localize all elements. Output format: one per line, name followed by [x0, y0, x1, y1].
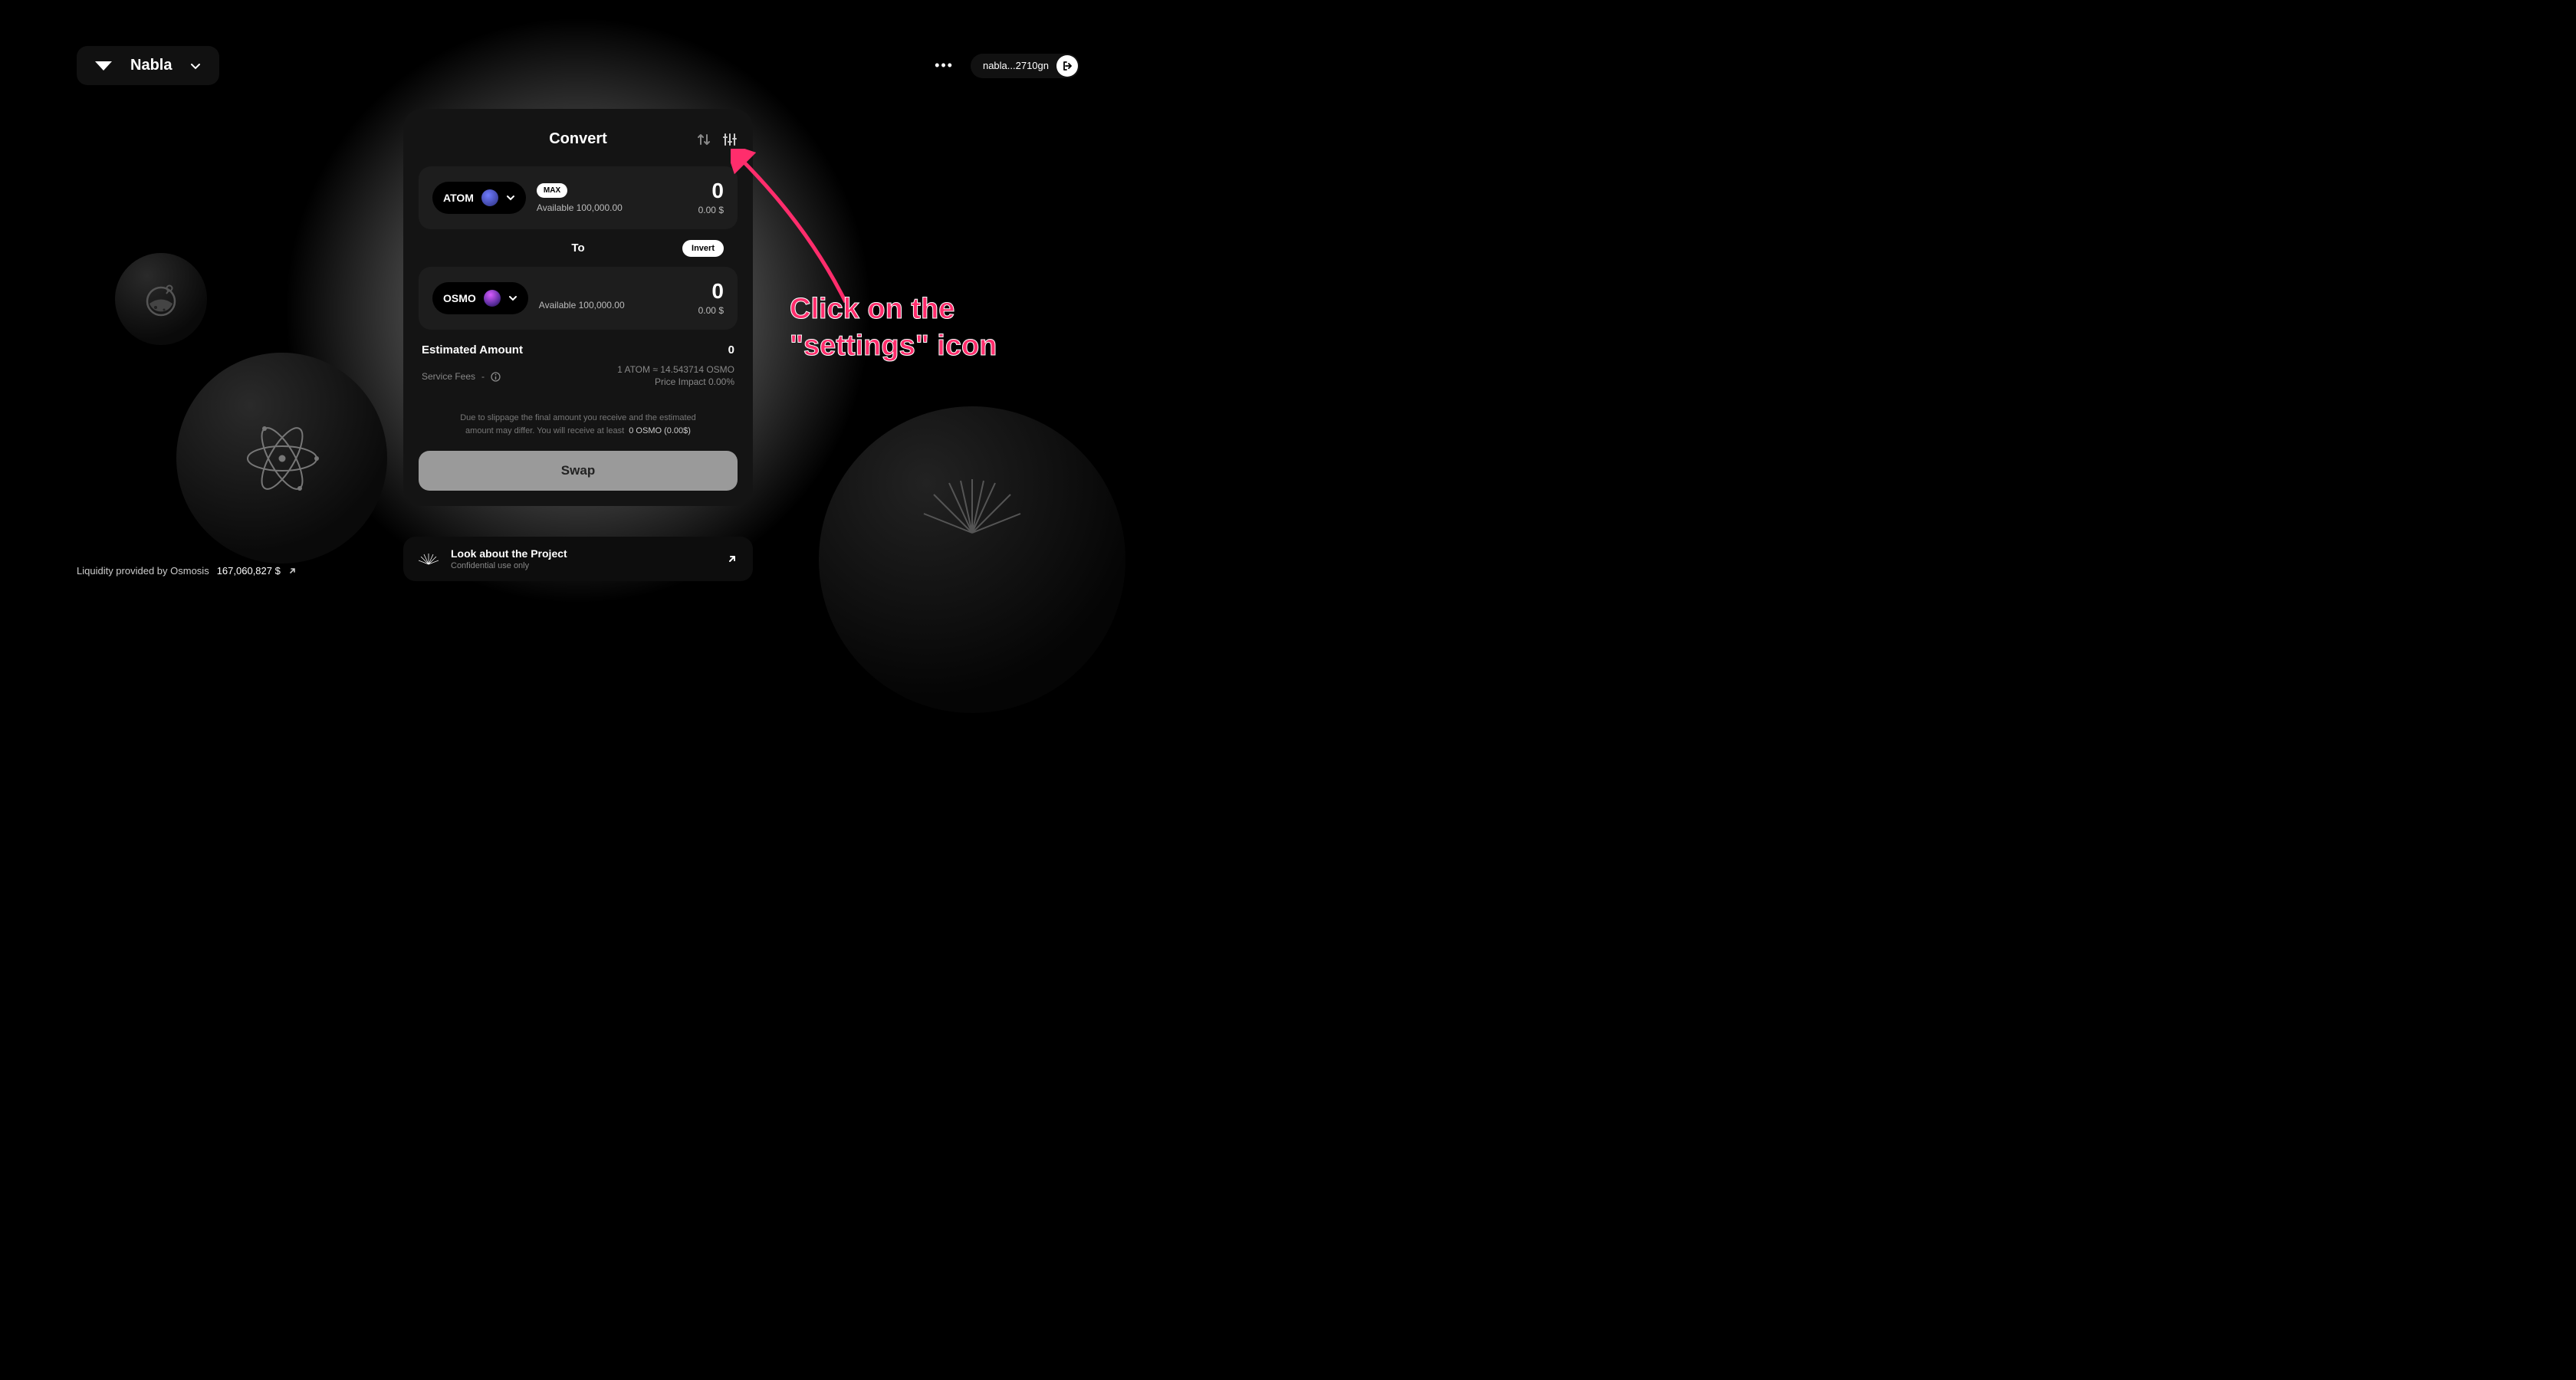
settings-sliders-icon [722, 132, 738, 147]
annotation-arrow [731, 149, 884, 317]
chevron-down-icon [190, 61, 201, 71]
exchange-rate: 1 ATOM ≈ 14.543714 OSMO [617, 364, 734, 375]
settings-button[interactable] [722, 132, 738, 147]
price-impact: Price Impact 0.00% [617, 376, 734, 387]
chevron-down-icon [506, 193, 515, 202]
to-available: Available 100,000.00 [539, 300, 688, 310]
service-fees-value: - [481, 371, 485, 382]
service-fees-label: Service Fees [422, 371, 475, 382]
project-subtitle: Confidential use only [451, 561, 567, 570]
from-available: Available 100,000.00 [537, 202, 688, 213]
swap-direction-button[interactable] [696, 132, 711, 147]
decorative-circle-osmosis [115, 253, 207, 345]
external-link-icon [727, 554, 738, 564]
nabla-logo-icon [95, 61, 112, 71]
estimated-amount-value: 0 [728, 343, 734, 356]
atom-token-icon [481, 189, 498, 206]
external-link-icon [288, 567, 297, 575]
from-token-symbol: ATOM [443, 192, 474, 204]
slippage-note: Due to slippage the final amount you rec… [422, 412, 734, 437]
swap-arrows-icon [696, 132, 711, 147]
to-amount: 0 [698, 281, 724, 302]
chevron-down-icon [508, 294, 518, 303]
estimated-amount-label: Estimated Amount [422, 343, 523, 356]
logout-button[interactable] [1056, 55, 1078, 77]
from-amount-input[interactable]: 0 [698, 180, 724, 202]
header: Nabla ••• nabla...2710gn [0, 46, 1156, 85]
liquidity-footer[interactable]: Liquidity provided by Osmosis 167,060,82… [77, 565, 297, 577]
osmosis-flask-icon [140, 278, 182, 320]
header-right: ••• nabla...2710gn [930, 53, 1079, 78]
to-token-symbol: OSMO [443, 292, 476, 304]
nabla-logo-icon [419, 553, 439, 565]
more-menu-button[interactable]: ••• [930, 53, 958, 78]
to-label: To [571, 242, 584, 255]
from-token-panel: ATOM MAX Available 100,000.00 0 0.00 $ [419, 166, 738, 229]
estimates-section: Estimated Amount 0 Service Fees - 1 ATOM… [419, 330, 738, 437]
project-info-card[interactable]: Look about the Project Confidential use … [403, 537, 753, 581]
wallet-pill[interactable]: nabla...2710gn [971, 54, 1079, 78]
to-row: To Invert [419, 229, 738, 267]
convert-card: Convert [403, 109, 753, 506]
atom-icon [236, 412, 328, 504]
annotation-text: Click on the "settings" icon [790, 291, 997, 364]
card-title: Convert [549, 130, 607, 148]
nabla-rays-icon [922, 475, 1022, 537]
to-token-panel: OSMO Available 100,000.00 0 0.00 $ [419, 267, 738, 330]
liquidity-label: Liquidity provided by Osmosis [77, 565, 209, 577]
max-button[interactable]: MAX [537, 183, 567, 198]
to-amount-usd: 0.00 $ [698, 305, 724, 316]
to-token-selector[interactable]: OSMO [432, 282, 528, 314]
logout-icon [1062, 61, 1073, 71]
swap-button[interactable]: Swap [419, 451, 738, 491]
min-output: 0 OSMO (0.00$) [629, 426, 691, 435]
invert-button[interactable]: Invert [682, 240, 724, 257]
osmo-token-icon [484, 290, 501, 307]
decorative-circle-atom [176, 353, 387, 564]
wallet-address: nabla...2710gn [983, 60, 1049, 71]
app-selector[interactable]: Nabla [77, 46, 219, 85]
decorative-circle-nabla [819, 406, 1125, 713]
from-token-selector[interactable]: ATOM [432, 182, 526, 214]
app-name: Nabla [130, 57, 172, 74]
from-amount-usd: 0.00 $ [698, 205, 724, 215]
project-title: Look about the Project [451, 547, 567, 560]
card-header: Convert [419, 130, 738, 148]
liquidity-value: 167,060,827 $ [217, 565, 281, 577]
info-icon[interactable] [491, 372, 501, 382]
